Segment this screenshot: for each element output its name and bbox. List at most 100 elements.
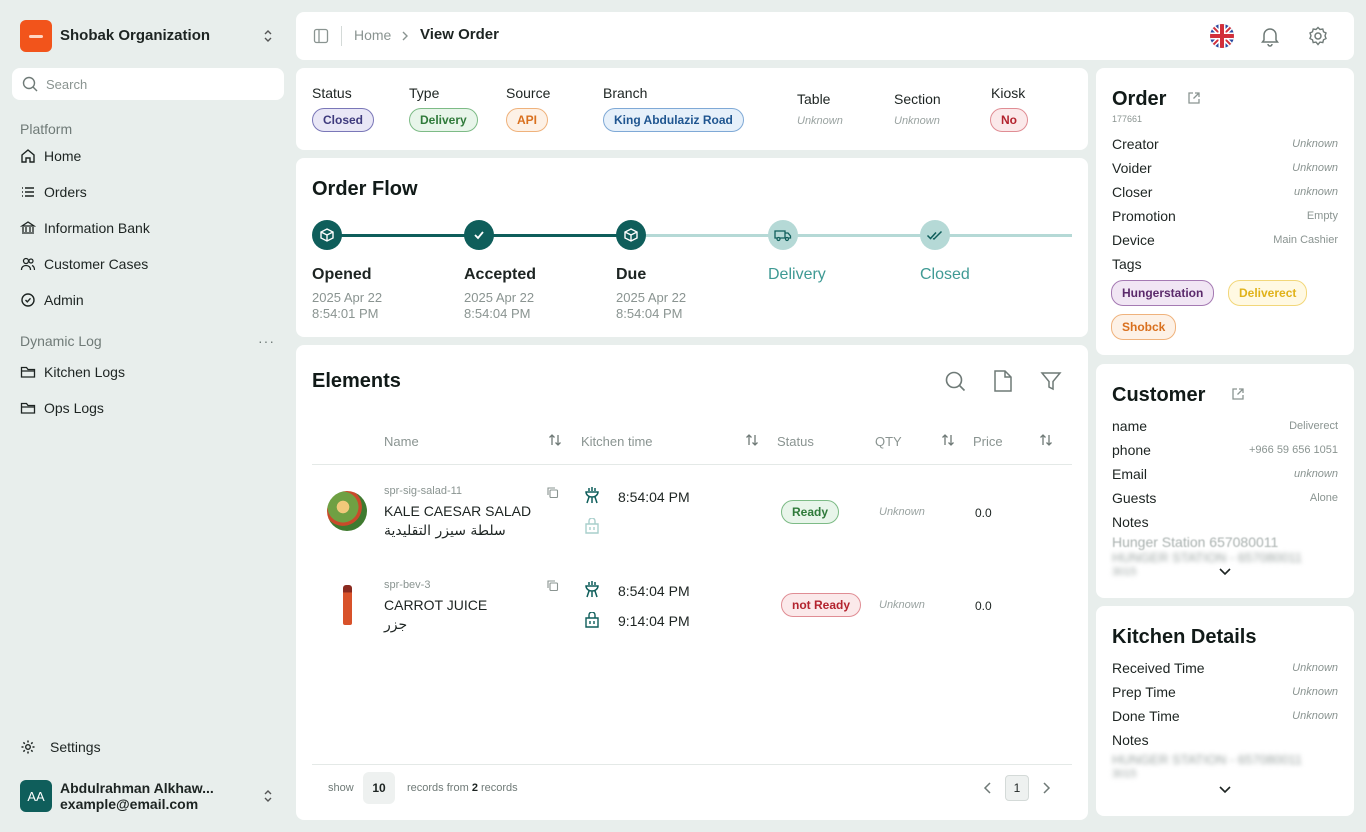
kiosk-badge: No — [990, 108, 1028, 132]
closer-label: Closer — [1112, 184, 1153, 200]
customer-notes-line: Hunger Station 657080011 — [1112, 534, 1279, 550]
customer-notes-line: 3015 — [1112, 566, 1137, 578]
device-label: Device — [1112, 232, 1155, 248]
step-accepted-icon — [464, 220, 494, 250]
customer-phone-value: +966 59 656 1051 — [1248, 444, 1338, 456]
avatar: AA — [20, 780, 52, 812]
gear-icon — [21, 740, 35, 754]
chevron-left-icon[interactable] — [983, 781, 993, 795]
show-label: show — [328, 782, 354, 794]
page-number[interactable]: 1 — [1005, 775, 1029, 801]
filter-icon[interactable] — [1040, 370, 1062, 392]
creator-value: Unknown — [1292, 138, 1338, 150]
nav-kitchen-logs-label: Kitchen Logs — [44, 364, 125, 380]
customer-phone-label: phone — [1112, 442, 1151, 458]
nav-home-label: Home — [44, 148, 82, 164]
order-meta-card: Status Closed Type Delivery Source API B… — [296, 68, 1088, 150]
nav-settings-label: Settings — [50, 739, 101, 755]
chevron-down-icon[interactable] — [1218, 785, 1232, 795]
folder-icon — [20, 366, 36, 378]
copy-icon[interactable] — [546, 486, 559, 499]
closer-value: unknown — [1293, 186, 1338, 198]
tags-label: Tags — [1112, 256, 1142, 272]
records-info: records from 2 records — [407, 782, 518, 794]
column-kitchen-time: Kitchen time — [581, 434, 653, 449]
branch-label: Branch — [603, 85, 648, 101]
step-closed-double-check-icon — [920, 220, 950, 250]
sort-icon[interactable] — [745, 433, 759, 447]
step-delivery-title: Delivery — [768, 266, 826, 283]
item-name: CARROT JUICE — [384, 597, 488, 613]
nav-admin[interactable]: Admin — [20, 290, 84, 310]
order-id: 177661 — [1112, 114, 1143, 124]
gear-icon[interactable] — [1307, 25, 1329, 47]
external-link-icon[interactable] — [1187, 91, 1201, 105]
search-icon[interactable] — [944, 370, 966, 392]
sort-icon[interactable] — [1039, 433, 1053, 447]
prep-time-value: Unknown — [1292, 686, 1338, 698]
source-badge: API — [506, 108, 549, 132]
sort-icon[interactable] — [941, 433, 955, 447]
user-menu[interactable]: AA Abdulrahman Alkhaw... example@email.c… — [20, 780, 284, 812]
bell-icon[interactable] — [1259, 25, 1281, 47]
user-email: example@email.com — [60, 796, 199, 812]
bag-icon — [585, 612, 599, 628]
page-size-select[interactable]: 10 — [363, 772, 395, 804]
chevron-right-icon — [402, 31, 408, 41]
item-kitchen-time: 8:54:04 PM — [618, 583, 690, 599]
done-time-value: Unknown — [1292, 710, 1338, 722]
received-time-label: Received Time — [1112, 660, 1205, 676]
column-status: Status — [777, 434, 814, 449]
tag-badge: Shobck — [1111, 314, 1177, 340]
customer-name-label: name — [1112, 418, 1148, 434]
item-status-badge: not Ready — [781, 593, 862, 617]
nav-kitchen-logs[interactable]: Kitchen Logs — [20, 362, 125, 382]
folder-icon — [20, 402, 36, 414]
item-price: 0.0 — [975, 506, 992, 520]
copy-icon[interactable] — [546, 579, 559, 592]
promotion-label: Promotion — [1112, 208, 1176, 224]
sort-icon[interactable] — [548, 433, 562, 447]
document-icon[interactable] — [993, 369, 1013, 393]
search-box[interactable] — [12, 68, 284, 100]
nav-customer-cases[interactable]: Customer Cases — [20, 254, 148, 274]
voider-label: Voider — [1112, 160, 1152, 176]
step-opened-title: Opened — [312, 266, 372, 283]
org-switcher[interactable]: Shobak Organization — [20, 20, 284, 52]
home-icon — [21, 149, 35, 163]
nav-information-bank-label: Information Bank — [44, 220, 150, 236]
external-link-icon[interactable] — [1231, 387, 1245, 401]
step-closed-title: Closed — [920, 266, 970, 283]
kitchen-notes-line: 3015 — [1112, 768, 1137, 780]
org-logo — [20, 20, 52, 52]
received-time-value: Unknown — [1292, 662, 1338, 674]
breadcrumb-home[interactable]: Home — [354, 27, 391, 43]
nav-home[interactable]: Home — [20, 146, 81, 166]
column-name: Name — [384, 434, 419, 449]
nav-information-bank[interactable]: Information Bank — [20, 218, 150, 238]
section-value: Unknown — [894, 115, 940, 127]
nav-settings[interactable]: Settings — [20, 737, 101, 757]
item-done-time: 9:14:04 PM — [618, 613, 690, 629]
step-accepted-time: 8:54:04 PM — [464, 306, 531, 321]
org-name: Shobak Organization — [60, 27, 211, 44]
kitchen-notes-line: HUNGER STATION - 657080011 — [1112, 752, 1303, 767]
more-dots-icon[interactable]: ··· — [258, 333, 275, 349]
nav-orders[interactable]: Orders — [20, 182, 87, 202]
tag-badge: Hungerstation — [1111, 280, 1215, 306]
uk-flag-icon[interactable] — [1210, 24, 1234, 48]
device-value: Main Cashier — [1273, 234, 1338, 246]
step-accepted-date: 2025 Apr 22 — [464, 290, 535, 305]
chevron-right-icon[interactable] — [1041, 781, 1051, 795]
records-suffix: records — [481, 782, 518, 794]
customer-notes-label: Notes — [1112, 514, 1149, 530]
check-circle-icon — [21, 293, 35, 307]
kitchen-notes-label: Notes — [1112, 732, 1149, 748]
column-qty: QTY — [875, 434, 902, 449]
chevron-down-icon[interactable] — [1218, 567, 1232, 577]
nav-ops-logs[interactable]: Ops Logs — [20, 398, 104, 418]
search-input[interactable] — [46, 76, 266, 92]
type-badge: Delivery — [409, 108, 478, 132]
sidebar-toggle-icon[interactable] — [313, 28, 329, 44]
step-delivery-truck-icon — [768, 220, 798, 250]
